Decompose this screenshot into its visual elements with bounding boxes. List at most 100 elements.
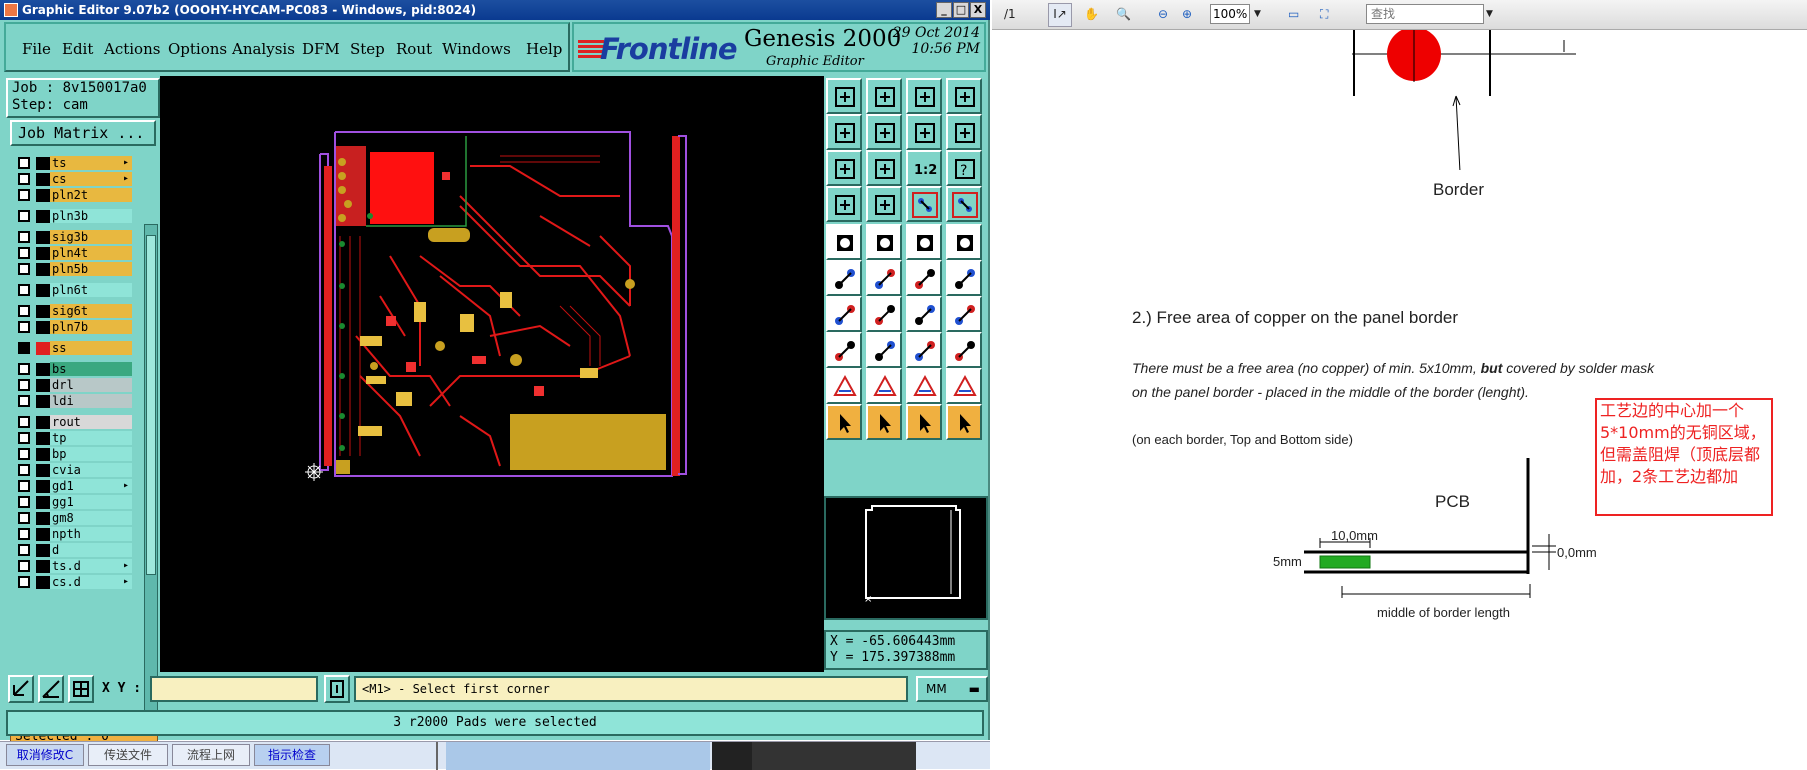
menu-analysis[interactable]: Analysis	[232, 40, 295, 58]
find-dropdown-icon[interactable]: ▼	[1486, 4, 1493, 26]
layer-row[interactable]: cvia	[14, 463, 132, 477]
delete-tool-button[interactable]	[866, 260, 902, 296]
layer-checkbox[interactable]	[18, 448, 30, 460]
layer-checkbox[interactable]	[18, 464, 30, 476]
layer-row[interactable]: ts ▸	[14, 156, 132, 170]
layer-checkbox[interactable]	[18, 432, 30, 444]
layer-name[interactable]: bp	[50, 447, 132, 461]
layer-checkbox[interactable]	[18, 157, 30, 169]
zoom-fit-tool-button[interactable]	[866, 150, 902, 186]
layer-checkbox[interactable]	[18, 528, 30, 540]
layer-name[interactable]: pln3b	[50, 209, 132, 223]
text-tool-button[interactable]	[946, 296, 982, 332]
layer-checkbox[interactable]	[18, 210, 30, 222]
grid-button[interactable]	[68, 675, 94, 703]
menu-edit[interactable]: Edit	[62, 40, 93, 58]
shape-tool-button[interactable]	[866, 224, 902, 260]
minimize-button[interactable]: _	[936, 2, 952, 18]
layer-row[interactable]: pln2t	[14, 188, 132, 202]
layer-checkbox[interactable]	[18, 363, 30, 375]
help-tool-button[interactable]: ?	[946, 150, 982, 186]
xy-input[interactable]	[150, 676, 318, 702]
poly4-tool-button[interactable]	[946, 368, 982, 404]
layer-checkbox[interactable]	[18, 379, 30, 391]
layer-name[interactable]: cvia	[50, 463, 132, 477]
layer-checkbox[interactable]	[18, 512, 30, 524]
menu-file[interactable]: File	[22, 40, 51, 58]
layer-name[interactable]: bs	[50, 362, 132, 376]
move-up-tool-button[interactable]	[826, 78, 862, 114]
layer-checkbox[interactable]	[18, 560, 30, 572]
layer-row[interactable]: tp	[14, 431, 132, 445]
pcb-layout-drawing[interactable]	[160, 76, 824, 672]
select-tool-icon[interactable]: I↗	[1048, 3, 1072, 27]
layer-name[interactable]: gm8	[50, 511, 132, 525]
layer-checkbox[interactable]	[18, 496, 30, 508]
layer-name[interactable]: d	[50, 543, 132, 557]
layer-row[interactable]: gm8	[14, 511, 132, 525]
mirror-tool-button[interactable]	[946, 114, 982, 150]
layer-row[interactable]: pln3b	[14, 209, 132, 223]
menu-actions[interactable]: Actions	[104, 40, 160, 58]
layer-checkbox[interactable]	[18, 576, 30, 588]
layer-row[interactable]: drl	[14, 378, 132, 392]
layer-name[interactable]: cs.d ▸	[50, 575, 132, 589]
menu-dfm[interactable]: DFM	[302, 40, 340, 58]
layer-name[interactable]: ts.d ▸	[50, 559, 132, 573]
layer-row[interactable]: bs	[14, 362, 132, 376]
net-select-tool-button[interactable]	[946, 186, 982, 222]
measure-tool-button[interactable]	[906, 332, 942, 368]
layer-name[interactable]: pln7b	[50, 320, 132, 334]
layer-row[interactable]: pln6t	[14, 283, 132, 297]
circle-pad-tool-button[interactable]	[946, 224, 982, 260]
poly3-tool-button[interactable]	[906, 368, 942, 404]
layer-row[interactable]: gd1 ▸	[14, 479, 132, 493]
layer-row[interactable]: npth	[14, 527, 132, 541]
layer-row[interactable]: ts.d ▸	[14, 559, 132, 573]
layer-name[interactable]: rout	[50, 415, 132, 429]
layer-name[interactable]: pln4t	[50, 246, 132, 260]
poly2-tool-button[interactable]	[866, 368, 902, 404]
layer-name[interactable]: pln2t	[50, 188, 132, 202]
select2-tool-button[interactable]	[866, 404, 902, 440]
task-check[interactable]: 指示检查	[254, 744, 330, 766]
point2-tool-button[interactable]	[946, 260, 982, 296]
zoom-level[interactable]: 100%	[1210, 4, 1250, 24]
fit-tool-button[interactable]	[826, 150, 862, 186]
zoom-out-icon[interactable]: ⊖	[1158, 4, 1168, 26]
units-dropdown[interactable]: MM ▬	[916, 676, 988, 702]
layer-checkbox[interactable]	[18, 395, 30, 407]
layer-checkbox[interactable]	[18, 416, 30, 428]
layer-name[interactable]: gg1	[50, 495, 132, 509]
layer-row[interactable]: pln7b	[14, 320, 132, 334]
fit-width-icon[interactable]: ⛶	[1320, 4, 1328, 26]
select3-tool-button[interactable]	[906, 404, 942, 440]
arc-tool-button[interactable]	[906, 296, 942, 332]
layer-name[interactable]: ts ▸	[50, 156, 132, 170]
maximize-button[interactable]: □	[953, 2, 969, 18]
rotate-tool-button[interactable]	[906, 114, 942, 150]
task-undo[interactable]: 取消修改C	[6, 744, 84, 766]
layer-name[interactable]: gd1 ▸	[50, 479, 132, 493]
close-button[interactable]: X	[970, 2, 986, 18]
connect-tool-button[interactable]	[826, 260, 862, 296]
layer-checkbox[interactable]	[18, 321, 30, 333]
layer-name[interactable]: npth	[50, 527, 132, 541]
job-matrix-button[interactable]: Job Matrix ...	[10, 120, 156, 146]
scrollbar-thumb[interactable]	[146, 235, 156, 575]
move-left-tool-button[interactable]	[826, 114, 862, 150]
layer-row[interactable]: bp	[14, 447, 132, 461]
layer-name[interactable]: pln6t	[50, 283, 132, 297]
layer-checkbox[interactable]	[18, 342, 30, 354]
pad-add-tool-button[interactable]	[826, 332, 862, 368]
menu-windows[interactable]: Windows	[442, 40, 511, 58]
layer-row[interactable]: sig6t	[14, 304, 132, 318]
select-tool-button[interactable]	[826, 404, 862, 440]
task-transfer[interactable]: 传送文件	[88, 744, 168, 766]
layer-checkbox[interactable]	[18, 263, 30, 275]
layer-checkbox[interactable]	[18, 247, 30, 259]
move-down-tool-button[interactable]	[866, 78, 902, 114]
home-tool-button[interactable]	[906, 78, 942, 114]
layer-name[interactable]: cs ▸	[50, 172, 132, 186]
menu-step[interactable]: Step	[350, 40, 385, 58]
